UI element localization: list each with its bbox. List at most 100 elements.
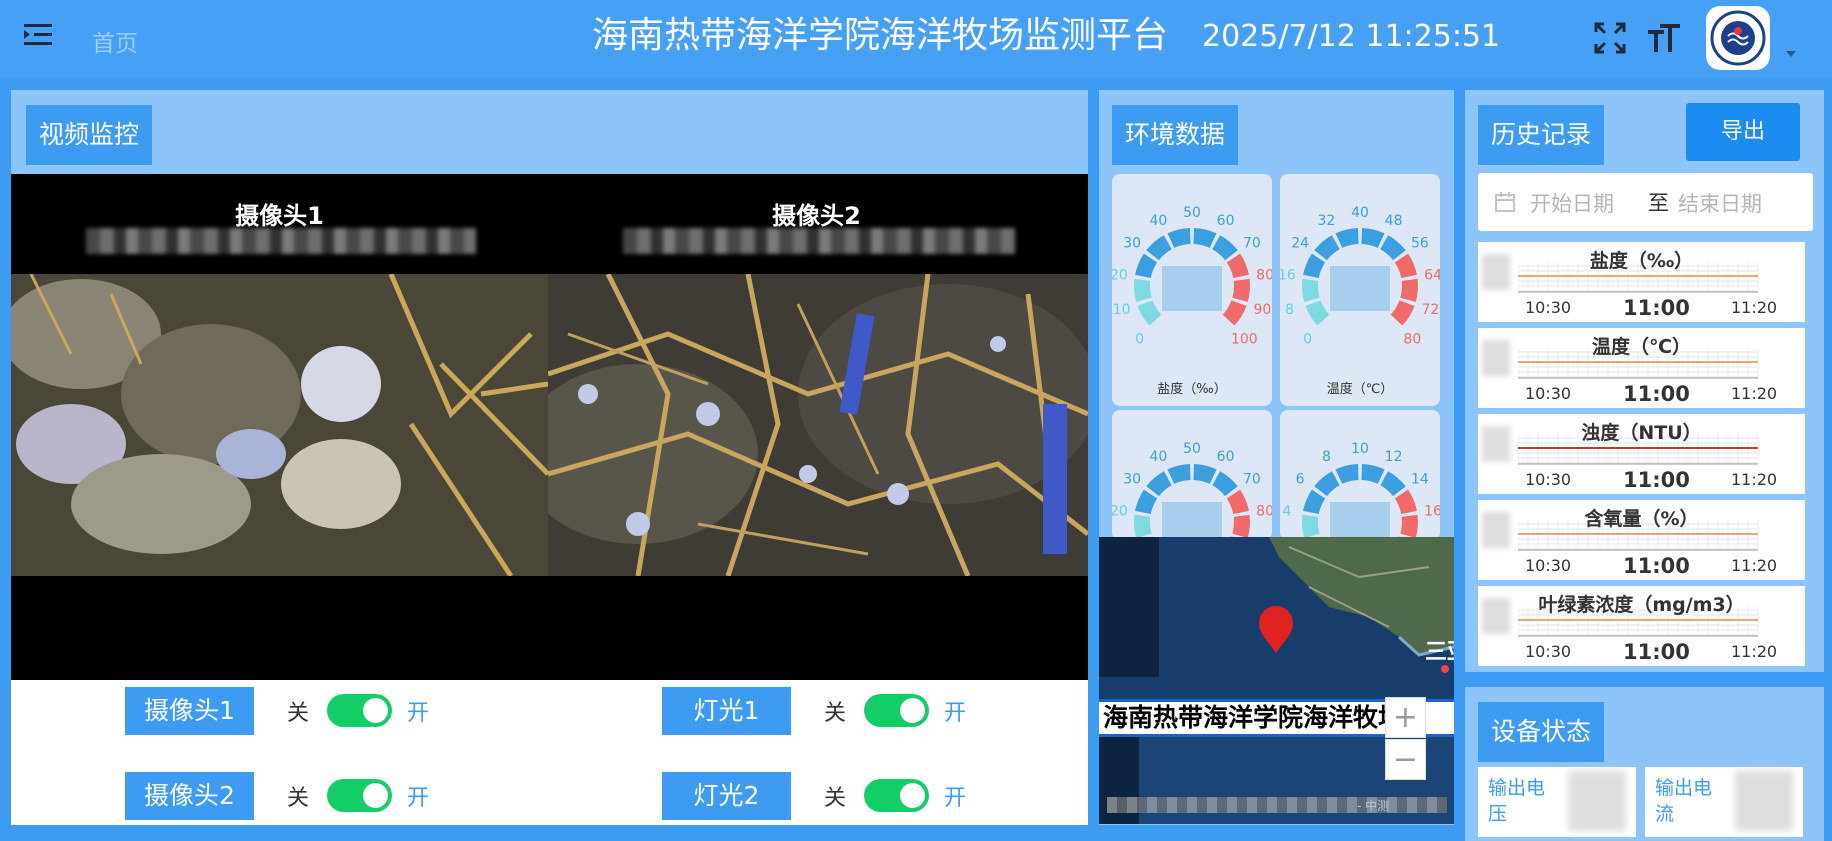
gauge-segment: [1135, 489, 1158, 514]
date-range-picker[interactable]: 开始日期 至 结束日期: [1478, 173, 1813, 231]
gauge-segment: [1380, 235, 1406, 261]
gauge-value-redacted: [1162, 502, 1222, 540]
gauge-segment: [1193, 464, 1217, 484]
turbidity-history-title: 浊度（NTU）: [1581, 422, 1702, 444]
gauge-value-redacted: [1330, 502, 1390, 540]
gauge-tick-label: 4: [1282, 503, 1291, 519]
oxygen-tick-1120: 11:20: [1731, 556, 1778, 575]
output-voltage-label: 输出电压: [1488, 777, 1546, 825]
gauge-tick-label: 40: [1351, 205, 1369, 221]
temperature-gauge-label: 温度（℃）: [1326, 382, 1394, 397]
gauge-tick-label: 32: [1317, 213, 1335, 229]
salinity-gauge: 010 20 30 40 50 60 70 80 90 100: [1112, 205, 1272, 347]
map-zoom-out-button[interactable]: −: [1385, 739, 1426, 780]
camera2-button[interactable]: 摄像头2: [125, 772, 254, 820]
gauge-tick-label: 90: [1253, 302, 1271, 318]
page-title: 海南热带海洋学院海洋牧场监测平台: [591, 15, 1168, 56]
gauge-tick-label: 64: [1424, 267, 1440, 283]
camera2-toggle[interactable]: [327, 779, 392, 812]
camera2-title: 摄像头2: [772, 202, 861, 230]
date-range-separator: 至: [1648, 191, 1669, 215]
export-button[interactable]: 导出: [1686, 103, 1800, 161]
gauge-segment: [1400, 514, 1418, 538]
gauge-tick-label: 20: [1112, 503, 1128, 519]
oxygen-tick-1100: 11:00: [1623, 554, 1690, 578]
gauge-tick-label: 30: [1123, 236, 1141, 252]
gauge-segment: [1400, 278, 1418, 302]
light1-button[interactable]: 灯光1: [662, 687, 791, 735]
menu-fold-icon[interactable]: [24, 22, 60, 52]
gauge-tick-label: 50: [1183, 205, 1201, 221]
gauge-tick-label: 10: [1351, 441, 1369, 457]
gauge-tick-label: 0: [1135, 331, 1144, 347]
font-size-icon[interactable]: [1646, 20, 1682, 56]
gauge-segment: [1212, 471, 1238, 497]
salinity-history-card: 盐度（‰） 10:30 11:00 11:20: [1478, 242, 1805, 322]
gauge-segment: [1380, 471, 1406, 497]
camera1-feed[interactable]: [11, 274, 548, 576]
camera1-button[interactable]: 摄像头1: [125, 687, 254, 735]
camera2-feed[interactable]: [548, 274, 1088, 576]
breadcrumb-home[interactable]: 首页: [92, 24, 138, 58]
gauge-tick-label: 70: [1243, 472, 1261, 488]
temperature-gauge: 08 16 24 32 40 48 56 64 7280: [1280, 205, 1440, 347]
gauge-segment: [1137, 300, 1162, 326]
oxygen-history-title: 含氧量（%）: [1584, 508, 1699, 530]
camera1-toggle[interactable]: [327, 694, 392, 727]
gauge-tick-label: 16: [1280, 267, 1296, 283]
output-voltage-card: 输出电压: [1478, 767, 1636, 837]
end-date-input[interactable]: 结束日期: [1678, 188, 1762, 218]
chlorophyll-tick-1120: 11:20: [1731, 642, 1778, 661]
gauge-tick-label: 12: [1385, 449, 1403, 465]
gauge-segment: [1226, 253, 1249, 278]
gauge-segment: [1361, 228, 1385, 248]
gauge-tick-label: 40: [1149, 213, 1167, 229]
gauge-segment: [1135, 253, 1158, 278]
gauge-segment: [1394, 489, 1417, 514]
temperature-tick-1030: 10:30: [1525, 384, 1572, 403]
salinity-tick-1120: 11:20: [1731, 298, 1778, 317]
environment-panel-title: 环境数据: [1112, 105, 1239, 165]
gauge-tick-label: 8: [1322, 449, 1331, 465]
gauge-tick-label: 20: [1112, 267, 1128, 283]
chlorophyll-tick-1100: 11:00: [1623, 640, 1690, 664]
output-current-label: 输出电流: [1655, 777, 1713, 825]
history-panel: 历史记录 导出 开始日期 至 结束日期 盐度（‰） 10:30 11:00 11…: [1465, 90, 1824, 672]
light1-on-label: 开: [944, 701, 967, 726]
calendar-icon: [1495, 192, 1515, 212]
salinity-gauge-card: 0 10 20 30 40 50 60 70 80 90 100 盐度（‰）: [1112, 174, 1272, 406]
camera1-off-label: 关: [287, 701, 310, 726]
light2-toggle[interactable]: [864, 779, 929, 812]
gauge-tick-label: 80: [1256, 503, 1272, 519]
map-zoom-in-button[interactable]: +: [1385, 697, 1426, 738]
start-date-input[interactable]: 开始日期: [1530, 188, 1614, 218]
salinity-tick-1030: 10:30: [1525, 298, 1572, 317]
fullscreen-icon[interactable]: [1592, 20, 1628, 56]
gauge-tick-label: 14: [1411, 472, 1429, 488]
gauge-segment: [1222, 300, 1247, 326]
gauge-tick-label: 60: [1217, 213, 1235, 229]
location-map[interactable]: 三亚 海南热带海洋学院海洋牧场 + − - 中测: [1099, 537, 1454, 824]
gauge-tick-label: 50: [1183, 441, 1201, 457]
gauge-segment: [1226, 489, 1249, 514]
caret-down-icon[interactable]: [1784, 46, 1798, 60]
output-current-card: 输出电流: [1645, 767, 1803, 837]
gauge-segment: [1193, 228, 1217, 248]
chlorophyll-history-title: 叶绿素浓度（mg/m3）: [1538, 594, 1745, 616]
gauge-tick-label: 40: [1149, 449, 1167, 465]
temperature-tick-1100: 11:00: [1623, 382, 1690, 406]
gauge-segment: [1303, 489, 1326, 514]
gauge-segment: [1303, 253, 1326, 278]
gauge4-card: 4 6 8 10 12 14 16: [1280, 410, 1440, 540]
light2-button[interactable]: 灯光2: [662, 772, 791, 820]
light1-off-label: 关: [824, 701, 847, 726]
university-logo[interactable]: [1706, 6, 1770, 70]
gauge-segment: [1134, 278, 1152, 302]
history-panel-title: 历史记录: [1478, 105, 1605, 165]
gauge-segment: [1305, 300, 1330, 326]
turbidity-tick-1030: 10:30: [1525, 470, 1572, 489]
gauge-tick-label: 60: [1217, 449, 1235, 465]
light2-off-label: 关: [824, 786, 847, 811]
light1-toggle[interactable]: [864, 694, 929, 727]
gauge-segment: [1232, 514, 1250, 538]
